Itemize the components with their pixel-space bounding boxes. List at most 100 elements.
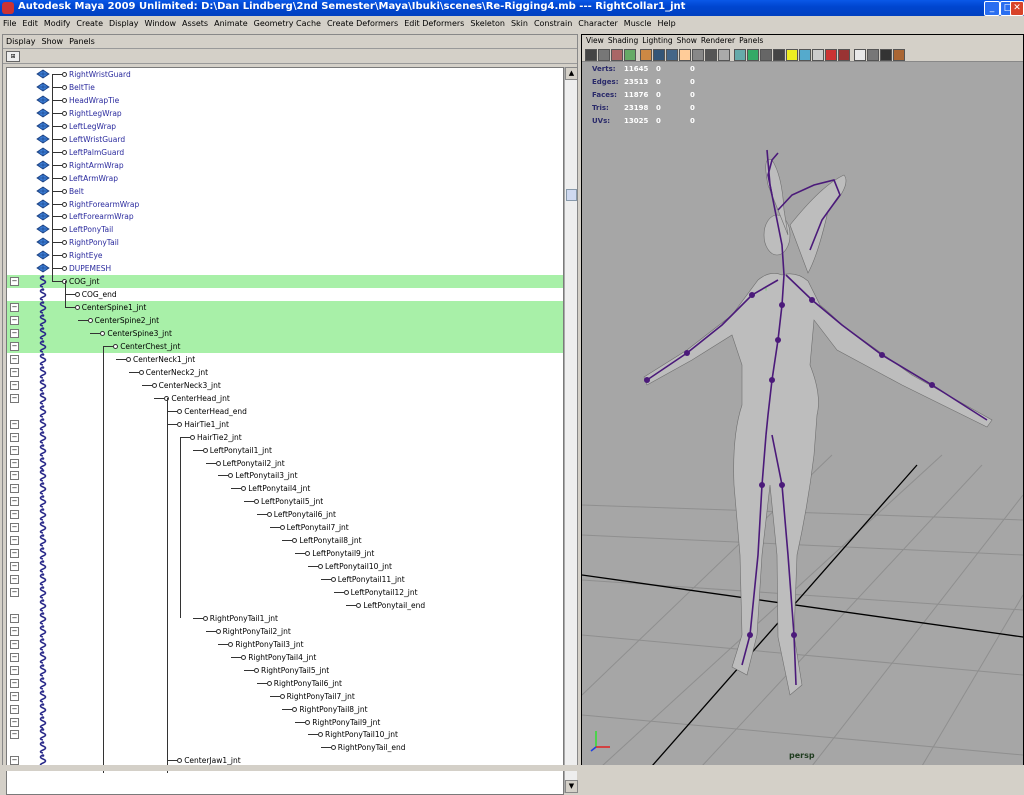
expand-collapse-icon[interactable]: − — [10, 523, 19, 533]
scroll-thumb[interactable] — [566, 189, 577, 201]
outliner-joint-row[interactable]: RightPonyTail_end — [7, 741, 563, 755]
outliner-mesh-row[interactable]: RightArmWrap — [7, 159, 563, 172]
outliner-joint-row[interactable]: − CenterSpine1_jnt — [7, 301, 563, 315]
expand-collapse-icon[interactable]: − — [10, 484, 19, 494]
expand-collapse-icon[interactable]: − — [10, 367, 19, 377]
expand-collapse-icon[interactable]: − — [10, 665, 19, 675]
outliner-joint-row[interactable]: − RightPonyTail7_jnt — [7, 689, 563, 703]
menu-edit-deformers[interactable]: Edit Deformers — [401, 17, 467, 31]
expand-collapse-icon[interactable]: − — [10, 756, 19, 766]
menu-character[interactable]: Character — [575, 17, 621, 31]
menu-window[interactable]: Window — [142, 17, 180, 31]
scroll-down-icon[interactable]: ▼ — [565, 780, 578, 793]
outliner-joint-row[interactable]: − LeftPonytail2_jnt — [7, 456, 563, 470]
outliner-joint-row[interactable]: − HairTie1_jnt — [7, 417, 563, 431]
expand-collapse-icon[interactable]: − — [10, 652, 19, 662]
expand-collapse-icon[interactable]: − — [10, 639, 19, 649]
scroll-up-icon[interactable]: ▲ — [565, 67, 578, 80]
menu-constrain[interactable]: Constrain — [531, 17, 575, 31]
outliner-mesh-row[interactable]: LeftWristGuard — [7, 133, 563, 146]
outliner-mesh-row[interactable]: RightLegWrap — [7, 107, 563, 120]
outliner-joint-row[interactable]: − HairTie2_jnt — [7, 430, 563, 444]
outliner-joint-row[interactable]: CenterHead_end — [7, 404, 563, 418]
menu-skin[interactable]: Skin — [508, 17, 531, 31]
menu-edit[interactable]: Edit — [19, 17, 41, 31]
outliner-joint-row[interactable]: − CenterNeck1_jnt — [7, 353, 563, 366]
outliner-joint-row[interactable]: − LeftPonytail9_jnt — [7, 547, 563, 560]
expand-collapse-icon[interactable]: − — [10, 471, 19, 481]
expand-collapse-icon[interactable]: − — [10, 393, 19, 403]
expand-collapse-icon[interactable]: − — [10, 303, 19, 313]
outliner-joint-row[interactable]: − RightPonyTail2_jnt — [7, 625, 563, 638]
outliner-joint-row[interactable]: − RightPonyTail6_jnt — [7, 676, 563, 690]
outliner-mesh-row[interactable]: HeadWrapTie — [7, 94, 563, 107]
expand-collapse-icon[interactable]: − — [10, 458, 19, 468]
menu-geometry-cache[interactable]: Geometry Cache — [251, 17, 324, 31]
outliner-joint-row[interactable]: − RightPonyTail5_jnt — [7, 663, 563, 677]
expand-collapse-icon[interactable]: − — [10, 549, 19, 559]
outliner-joint-row[interactable]: − RightPonyTail8_jnt — [7, 702, 563, 716]
expand-collapse-icon[interactable]: − — [10, 510, 19, 520]
expand-collapse-icon[interactable]: − — [10, 704, 19, 714]
outliner-joint-row[interactable]: − LeftPonytail10_jnt — [7, 560, 563, 573]
outliner-joint-row[interactable]: − LeftPonytail3_jnt — [7, 469, 563, 483]
expand-collapse-icon[interactable]: − — [10, 562, 19, 572]
character-model[interactable] — [643, 159, 993, 696]
outliner-mesh-row[interactable]: RightEye — [7, 249, 563, 262]
expand-collapse-icon[interactable]: − — [10, 329, 19, 338]
outliner-joint-row[interactable]: − RightPonyTail9_jnt — [7, 715, 563, 729]
menu-file[interactable]: File — [0, 17, 19, 31]
outliner-mesh-row[interactable]: LeftPalmGuard — [7, 146, 563, 159]
outliner-mesh-row[interactable]: LeftForearmWrap — [7, 210, 563, 223]
expand-collapse-icon[interactable]: − — [10, 730, 19, 740]
expand-collapse-icon[interactable]: − — [10, 316, 19, 326]
outliner-joint-row[interactable]: − RightPonyTail10_jnt — [7, 728, 563, 742]
expand-collapse-icon[interactable]: − — [10, 575, 19, 585]
outliner-joint-row[interactable]: − RightPonyTail4_jnt — [7, 650, 563, 664]
menu-muscle[interactable]: Muscle — [621, 17, 655, 31]
menu-modify[interactable]: Modify — [41, 17, 74, 31]
menu-animate[interactable]: Animate — [211, 17, 251, 31]
menu-skeleton[interactable]: Skeleton — [467, 17, 508, 31]
expand-collapse-icon[interactable]: − — [10, 536, 19, 546]
outliner-joint-row[interactable]: − CenterNeck2_jnt — [7, 366, 563, 379]
outliner-mesh-row[interactable]: BeltTie — [7, 81, 563, 94]
outliner-scrollbar[interactable]: ▲ ▼ — [564, 67, 578, 793]
outliner-menu-display[interactable]: Display — [6, 37, 36, 46]
menu-create-deformers[interactable]: Create Deformers — [324, 17, 401, 31]
menu-assets[interactable]: Assets — [179, 17, 211, 31]
outliner-tree[interactable]: RightWristGuard BeltTie HeadWrapTie RightLe… — [6, 67, 564, 795]
outliner-joint-row[interactable]: − LeftPonytail6_jnt — [7, 508, 563, 522]
outliner-joint-row[interactable]: − LeftPonytail1_jnt — [7, 443, 563, 457]
outliner-mesh-row[interactable]: LeftPonyTail — [7, 223, 563, 236]
outliner-joint-row[interactable]: − CenterChest_jnt — [7, 339, 563, 353]
outliner-joint-row[interactable]: − RightPonyTail1_jnt — [7, 612, 563, 625]
perspective-viewport[interactable]: View Shading Lighting Show Renderer Panels — [581, 34, 1024, 767]
expand-collapse-icon[interactable]: − — [10, 613, 19, 623]
outliner-joint-row[interactable]: − CenterNeck3_jnt — [7, 378, 563, 392]
outliner-joint-row[interactable]: COG_end — [7, 288, 563, 301]
outliner-joint-row[interactable]: − CenterSpine2_jnt — [7, 314, 563, 328]
outliner-joint-row[interactable]: − LeftPonytail5_jnt — [7, 495, 563, 509]
expand-collapse-icon[interactable]: − — [10, 588, 19, 597]
expand-collapse-icon[interactable]: − — [10, 445, 19, 455]
viewport-scene[interactable]: ◦ — [582, 35, 1023, 766]
outliner-mesh-row[interactable]: LeftLegWrap — [7, 120, 563, 133]
outliner-menu-panels[interactable]: Panels — [69, 37, 95, 46]
expand-collapse-icon[interactable]: − — [10, 380, 19, 390]
expand-collapse-icon[interactable]: − — [10, 626, 19, 636]
outliner-joint-row[interactable]: − LeftPonytail4_jnt — [7, 482, 563, 496]
expand-collapse-icon[interactable]: − — [10, 691, 19, 701]
outliner-menu-show[interactable]: Show — [42, 37, 64, 46]
outliner-mesh-row[interactable]: DUPEMESH — [7, 262, 563, 275]
expand-collapse-icon[interactable]: − — [10, 717, 19, 727]
menu-display[interactable]: Display — [106, 17, 142, 31]
outliner-joint-row[interactable]: − LeftPonytail7_jnt — [7, 521, 563, 535]
expand-collapse-icon[interactable]: − — [10, 432, 19, 442]
expand-collapse-icon[interactable]: − — [10, 678, 19, 688]
expand-collapse-icon[interactable]: − — [10, 419, 19, 429]
menu-help[interactable]: Help — [654, 17, 678, 31]
outliner-mesh-row[interactable]: RightPonyTail — [7, 236, 563, 249]
maya-app-icon[interactable] — [2, 2, 14, 14]
outliner-filter-icon[interactable]: ⊞ — [6, 51, 20, 62]
